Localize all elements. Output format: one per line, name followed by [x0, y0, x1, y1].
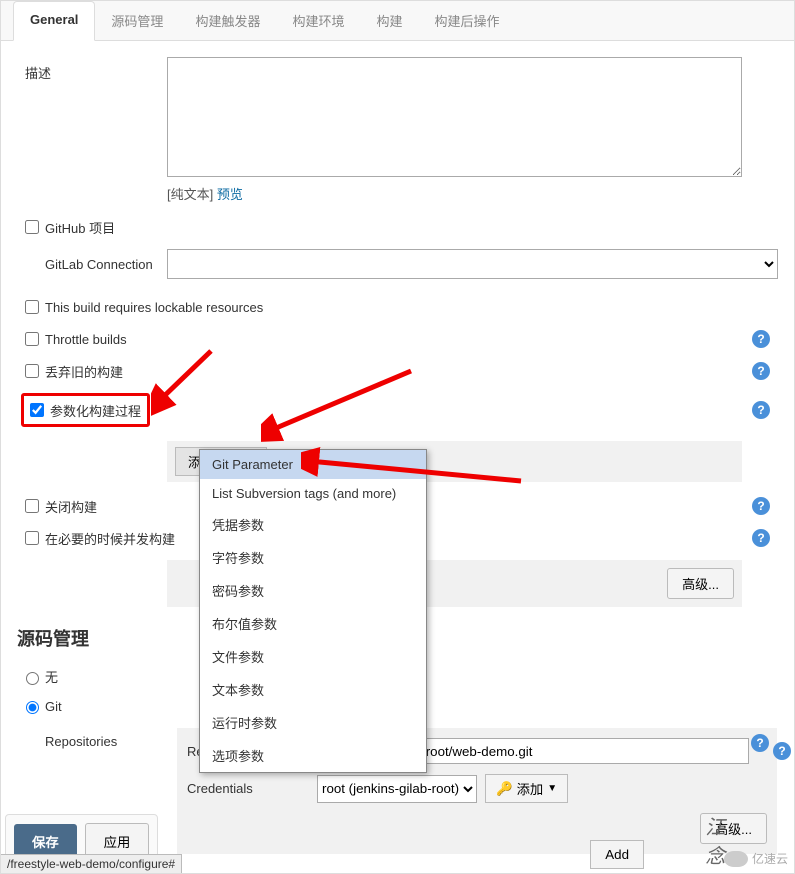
tab-general[interactable]: General — [13, 1, 95, 41]
concurrent-label: 在必要的时候并发构建 — [45, 529, 175, 548]
repositories-label: Repositories — [17, 728, 177, 749]
tab-build[interactable]: 构建 — [360, 1, 418, 40]
param-option-boolean[interactable]: 布尔值参数 — [200, 607, 426, 640]
help-icon[interactable]: ? — [752, 362, 770, 380]
help-icon[interactable]: ? — [773, 742, 791, 760]
parametrize-highlight: 参数化构建过程 — [21, 393, 150, 427]
cloud-icon — [724, 851, 748, 867]
credentials-label: Credentials — [187, 781, 317, 796]
key-icon: 🔑 — [496, 781, 513, 797]
parametrize-label: 参数化构建过程 — [50, 401, 141, 420]
description-textarea[interactable] — [167, 57, 742, 177]
help-icon[interactable]: ? — [752, 497, 770, 515]
chevron-down-icon: ▼ — [547, 783, 557, 794]
tab-triggers[interactable]: 构建触发器 — [179, 1, 276, 40]
tab-post[interactable]: 构建后操作 — [418, 1, 515, 40]
param-option-choice[interactable]: 选项参数 — [200, 739, 426, 772]
tab-scm[interactable]: 源码管理 — [95, 1, 179, 40]
preview-link[interactable]: 预览 — [217, 187, 243, 202]
discard-old-label: 丢弃旧的构建 — [45, 362, 123, 381]
param-option-git-parameter[interactable]: Git Parameter — [200, 450, 426, 479]
discard-old-checkbox[interactable] — [25, 364, 39, 378]
config-tabs: General 源码管理 构建触发器 构建环境 构建 构建后操作 — [1, 1, 794, 41]
scm-none-label: 无 — [45, 667, 58, 686]
github-project-checkbox[interactable] — [25, 220, 39, 234]
scm-none-radio[interactable] — [26, 672, 39, 685]
help-icon[interactable]: ? — [752, 529, 770, 547]
add-repo-button[interactable]: Add — [590, 840, 644, 869]
param-option-credential[interactable]: 凭据参数 — [200, 508, 426, 541]
add-param-dropdown: Git Parameter List Subversion tags (and … — [199, 449, 427, 773]
help-icon[interactable]: ? — [752, 401, 770, 419]
throttle-checkbox[interactable] — [25, 332, 39, 346]
param-option-svn-tags[interactable]: List Subversion tags (and more) — [200, 479, 426, 508]
advanced-button[interactable]: 高级... — [667, 568, 734, 599]
param-option-string[interactable]: 字符参数 — [200, 541, 426, 574]
github-project-label: GitHub 项目 — [45, 218, 115, 237]
concurrent-checkbox[interactable] — [25, 531, 39, 545]
parametrize-checkbox[interactable] — [30, 403, 44, 417]
watermark: 江念… 亿速云 — [724, 850, 788, 867]
gitlab-connection-select[interactable] — [167, 249, 778, 279]
lockable-checkbox[interactable] — [25, 300, 39, 314]
throttle-label: Throttle builds — [45, 332, 127, 347]
close-build-label: 关闭构建 — [45, 497, 97, 516]
scm-git-label: Git — [45, 699, 62, 714]
lockable-label: This build requires lockable resources — [45, 300, 263, 315]
plaintext-hint: [纯文本] — [167, 187, 213, 202]
param-option-password[interactable]: 密码参数 — [200, 574, 426, 607]
tab-env[interactable]: 构建环境 — [276, 1, 360, 40]
credentials-select[interactable]: root (jenkins-gilab-root) — [317, 775, 477, 803]
param-option-file[interactable]: 文件参数 — [200, 640, 426, 673]
watermark-text: 亿速云 — [752, 850, 788, 867]
param-option-text[interactable]: 文本参数 — [200, 673, 426, 706]
add-credential-label: 添加 — [517, 779, 544, 798]
gitlab-connection-label: GitLab Connection — [17, 257, 167, 272]
status-bar-url: /freestyle-web-demo/configure# — [1, 854, 182, 873]
add-credential-button[interactable]: 🔑 添加 ▼ — [485, 774, 568, 803]
close-build-checkbox[interactable] — [25, 499, 39, 513]
param-option-run[interactable]: 运行时参数 — [200, 706, 426, 739]
description-label: 描述 — [17, 57, 167, 82]
scm-git-radio[interactable] — [26, 701, 39, 714]
help-icon[interactable]: ? — [752, 330, 770, 348]
